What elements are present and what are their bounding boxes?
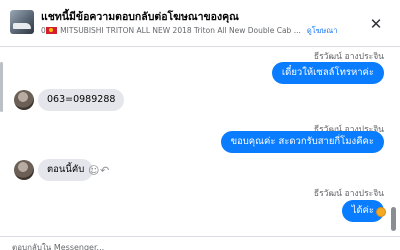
close-icon[interactable]: ✕ bbox=[370, 16, 383, 32]
ad-subtitle: 0 MITSUBISHI TRITON ALL NEW 2018 Triton … bbox=[41, 25, 361, 37]
incoming-message[interactable]: ตอนนี้คับ bbox=[38, 159, 94, 181]
chat-window: แชทนี้มีข้อความตอบกลับต่อโฆษณาของคุณ 0 M… bbox=[0, 0, 400, 250]
message-list: ธีรวัฒน์ อางประจิน เดี๋ยวให้เซลล์โทรหาค่… bbox=[0, 47, 400, 237]
close-button[interactable]: ✕ bbox=[366, 14, 386, 34]
outgoing-message[interactable]: เดี๋ยวให้เซลล์โทรหาค่ะ bbox=[271, 62, 384, 84]
avatar[interactable] bbox=[14, 160, 34, 180]
sender-name: ธีรวัฒน์ อางประจิน bbox=[313, 52, 384, 62]
emoji-react-icon[interactable]: ☺ bbox=[88, 165, 99, 176]
avatar[interactable] bbox=[14, 90, 34, 110]
reply-input[interactable] bbox=[12, 240, 212, 250]
composer bbox=[0, 236, 400, 250]
ad-name: MITSUBISHI TRITON ALL NEW 2018 Triton Al… bbox=[60, 26, 301, 35]
right-scrollbar[interactable] bbox=[391, 207, 396, 231]
view-ad-link[interactable]: ดูโฆษณา bbox=[307, 26, 338, 35]
incoming-message[interactable]: 063=0989288 bbox=[38, 89, 125, 111]
flag-icon bbox=[45, 27, 57, 34]
reply-icon[interactable]: ↶ bbox=[100, 165, 109, 176]
seen-avatar-icon bbox=[376, 207, 386, 217]
header-title: แชทนี้มีข้อความตอบกลับต่อโฆษณาของคุณ bbox=[41, 11, 239, 23]
sender-name: ธีรวัฒน์ อางประจิน bbox=[313, 189, 384, 199]
outgoing-message[interactable]: ขอบคุณค่ะ สะดวกรับสายกี่โมงคีคะ bbox=[220, 131, 384, 153]
ad-thumbnail[interactable] bbox=[10, 10, 34, 34]
chat-header: แชทนี้มีข้อความตอบกลับต่อโฆษณาของคุณ 0 M… bbox=[0, 0, 400, 47]
